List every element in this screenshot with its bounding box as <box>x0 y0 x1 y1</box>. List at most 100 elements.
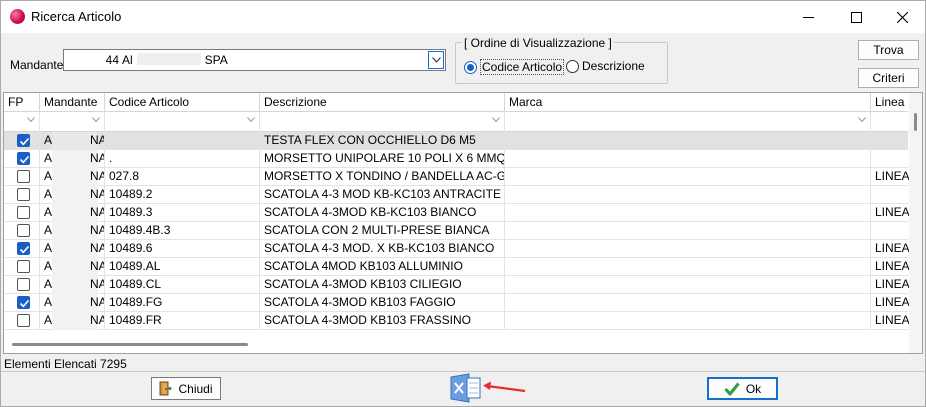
filter-linea[interactable] <box>871 112 911 132</box>
cell-fp <box>4 258 40 276</box>
chiudi-button[interactable]: Chiudi <box>151 377 221 400</box>
col-header-linea[interactable]: Linea <box>871 93 911 112</box>
radio-codice-label: Codice Articolo <box>480 59 565 75</box>
table-row[interactable]: A NA.MORSETTO UNIPOLARE 10 POLI X 6 MMQ <box>4 150 908 168</box>
mandante-prefix: A <box>44 277 53 291</box>
col-header-descrizione[interactable]: Descrizione <box>260 93 505 112</box>
mandante-prefix: A <box>44 205 53 219</box>
table-row[interactable]: A NA10489.CLSCATOLA 4-3MOD KB103 CILIEGIO… <box>4 276 910 294</box>
col-header-mandante[interactable]: Mandante <box>40 93 105 112</box>
horizontal-scroll-thumb[interactable] <box>12 343 248 346</box>
cell-fp <box>4 222 40 240</box>
radio-unselected-icon <box>566 59 579 73</box>
cell-codice: 10489.3 <box>105 204 260 222</box>
filter-marca[interactable] <box>505 112 871 132</box>
col-header-marca[interactable]: Marca <box>505 93 871 112</box>
fp-checkbox[interactable] <box>17 188 30 201</box>
fp-checkbox[interactable] <box>17 278 30 291</box>
radio-codice-articolo[interactable]: Codice Articolo <box>464 59 565 75</box>
cell-mandante: A NA <box>40 222 105 240</box>
fp-checkbox[interactable] <box>17 242 30 255</box>
vertical-scroll-thumb[interactable] <box>914 113 917 131</box>
mandante-suffix: NA <box>90 133 104 147</box>
filter-codice[interactable] <box>105 112 260 132</box>
col-header-fp[interactable]: FP <box>4 93 40 112</box>
table-row[interactable]: A NA TESTA FLEX CON OCCHIELLO D6 M5 <box>4 132 908 150</box>
mandante-prefix: A <box>44 151 53 165</box>
cell-descrizione: SCATOLA 4-3MOD KB-KC103 BIANCO <box>260 204 505 222</box>
cell-marca <box>505 258 871 276</box>
fp-checkbox[interactable] <box>17 170 30 183</box>
fp-checkbox[interactable] <box>17 206 30 219</box>
mandante-suffix: NA <box>90 277 104 291</box>
cell-descrizione: SCATOLA 4-3MOD KB103 FAGGIO <box>260 294 505 312</box>
mandante-prefix: A <box>44 241 53 255</box>
close-icon <box>896 11 908 23</box>
mandante-suffix: NA <box>90 241 104 255</box>
cell-codice: 10489.CL <box>105 276 260 294</box>
mandante-prefix: A <box>44 313 53 327</box>
mandante-name-prefix: Al <box>122 53 133 67</box>
cell-codice: 10489.FR <box>105 312 260 330</box>
mandante-prefix: A <box>44 169 53 183</box>
table-row[interactable]: A NA10489.6SCATOLA 4-3 MOD. X KB-KC103 BI… <box>4 240 910 258</box>
minimize-button[interactable] <box>785 1 831 33</box>
trova-button[interactable]: Trova <box>858 40 919 60</box>
table-row[interactable]: A NA10489.FRSCATOLA 4-3MOD KB103 FRASSINO… <box>4 312 910 330</box>
fp-checkbox[interactable] <box>17 314 30 327</box>
table-row[interactable]: A NA10489.4B.3SCATOLA CON 2 MULTI-PRESE B… <box>4 222 908 240</box>
maximize-icon <box>850 11 862 23</box>
mandante-prefix: A <box>44 259 53 273</box>
cell-marca <box>505 240 871 258</box>
radio-descrizione[interactable]: Descrizione <box>566 59 645 73</box>
cell-marca <box>505 186 871 204</box>
mandante-combobox[interactable]: 44 Al SPA <box>63 49 446 71</box>
cell-mandante: A NA <box>40 204 105 222</box>
close-button[interactable] <box>879 1 925 33</box>
mandante-prefix: A <box>44 133 53 147</box>
mandante-suffix: NA <box>90 313 104 327</box>
filter-descrizione[interactable] <box>260 112 505 132</box>
fp-checkbox[interactable] <box>17 224 30 237</box>
table-row[interactable]: A NA027.8MORSETTO X TONDINO / BANDELLA AC… <box>4 168 910 186</box>
cell-mandante: A NA <box>40 132 105 150</box>
fp-checkbox[interactable] <box>17 296 30 309</box>
cell-codice: 10489.4B.3 <box>105 222 260 240</box>
table-row[interactable]: A NA10489.ALSCATOLA 4MOD KB103 ALLUMINIO L… <box>4 258 910 276</box>
fp-checkbox[interactable] <box>17 134 30 147</box>
articoli-grid[interactable]: FP Mandante Codice Articolo Descrizione … <box>3 92 923 354</box>
cell-fp <box>4 132 40 150</box>
cell-descrizione: SCATOLA 4MOD KB103 ALLUMINIO <box>260 258 505 276</box>
cell-mandante: A NA <box>40 186 105 204</box>
cell-linea: LINEA <box>875 277 910 291</box>
cell-marca <box>505 312 871 330</box>
cell-linea: LINEA <box>875 241 910 255</box>
mandante-dropdown-button[interactable] <box>428 51 444 69</box>
cell-codice <box>105 132 260 150</box>
status-count: Elementi Elencati 7295 <box>4 357 127 371</box>
table-row[interactable]: A NA10489.3SCATOLA 4-3MOD KB-KC103 BIANCO… <box>4 204 910 222</box>
excel-export-icon[interactable] <box>449 373 482 403</box>
filter-mandante[interactable] <box>40 112 105 132</box>
cell-mandante: A NA <box>40 168 105 186</box>
maximize-button[interactable] <box>833 1 879 33</box>
table-row[interactable]: A NA10489.FGSCATOLA 4-3MOD KB103 FAGGIO LI… <box>4 294 910 312</box>
chevron-down-icon <box>92 117 100 122</box>
cell-marca <box>505 222 871 240</box>
col-header-codice[interactable]: Codice Articolo <box>105 93 260 112</box>
cell-fp <box>4 276 40 294</box>
cell-fp <box>4 168 40 186</box>
cell-linea <box>871 150 911 168</box>
table-row[interactable]: A NA10489.2SCATOLA 4-3 MOD KB-KC103 ANTRA… <box>4 186 908 204</box>
filter-fp[interactable] <box>4 112 40 132</box>
fp-checkbox[interactable] <box>17 260 30 273</box>
fp-checkbox[interactable] <box>17 152 30 165</box>
cell-marca <box>505 132 871 150</box>
arrow-annotation-icon <box>483 381 526 393</box>
cell-codice: 10489.FG <box>105 294 260 312</box>
ok-button[interactable]: Ok <box>707 377 778 400</box>
cell-fp <box>4 294 40 312</box>
cell-marca <box>505 294 871 312</box>
criteri-button[interactable]: Criteri <box>858 68 919 88</box>
vertical-scrollbar[interactable] <box>909 93 922 353</box>
